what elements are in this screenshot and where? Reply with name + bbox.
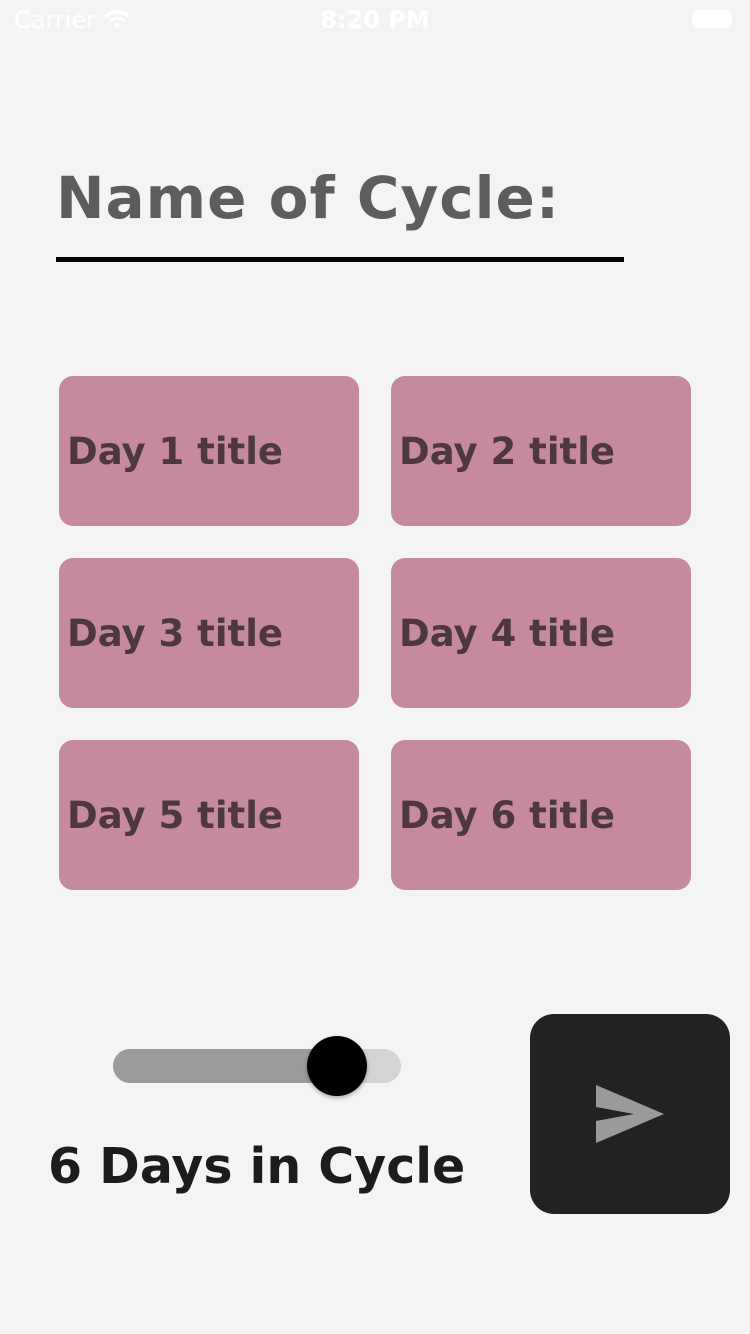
battery-icon: [692, 10, 732, 28]
day-card-5[interactable]: Day 5 title: [59, 740, 359, 890]
day-card-3[interactable]: Day 3 title: [59, 558, 359, 708]
day-title: Day 4 title: [399, 611, 616, 655]
day-card-6[interactable]: Day 6 title: [391, 740, 691, 890]
status-time: 8:20 PM: [320, 6, 430, 34]
slider-thumb[interactable]: [306, 1036, 367, 1096]
cycle-name-field[interactable]: Name of Cycle:: [56, 164, 624, 234]
day-title: Day 1 title: [67, 429, 284, 473]
day-title: Day 5 title: [67, 793, 284, 837]
slider-fill: [113, 1049, 337, 1083]
cycle-name-underline: [56, 257, 624, 262]
days-slider[interactable]: [113, 1036, 403, 1096]
day-card-1[interactable]: Day 1 title: [59, 376, 359, 526]
days-in-cycle-label: 6 Days in Cycle: [48, 1138, 466, 1195]
send-icon: [596, 1085, 664, 1143]
day-card-2[interactable]: Day 2 title: [391, 376, 691, 526]
day-card-4[interactable]: Day 4 title: [391, 558, 691, 708]
cycle-editor-screen: Carrier 8:20 PM Name of Cycle: Day 1 tit…: [0, 0, 750, 1334]
day-title: Day 3 title: [67, 611, 284, 655]
status-bar: Carrier 8:20 PM: [0, 0, 750, 40]
day-title: Day 6 title: [399, 793, 616, 837]
day-title: Day 2 title: [399, 429, 616, 473]
day-grid: Day 1 title Day 2 title Day 3 title Day …: [59, 376, 691, 890]
send-button[interactable]: [530, 1014, 730, 1214]
